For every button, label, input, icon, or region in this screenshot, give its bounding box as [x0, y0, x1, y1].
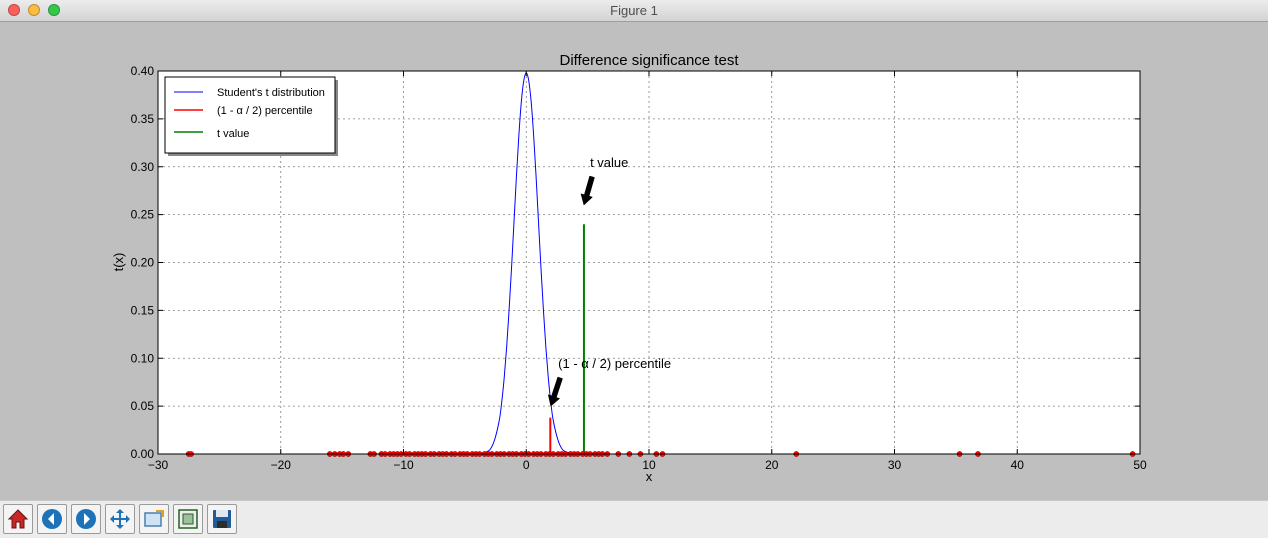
navigation-toolbar: [0, 500, 1268, 538]
pan-button[interactable]: [105, 504, 135, 534]
y-tick-label: 0.10: [131, 351, 155, 365]
home-icon: [7, 509, 29, 529]
x-tick-label: 0: [523, 458, 530, 472]
t-value-annotation: t value: [590, 155, 628, 170]
x-tick-label: −20: [271, 458, 292, 472]
x-tick-label: 20: [765, 458, 779, 472]
y-tick-label: 0.30: [131, 160, 155, 174]
subplots-button[interactable]: [173, 504, 203, 534]
window-title: Figure 1: [610, 3, 658, 18]
y-axis-label: t(x): [111, 253, 126, 272]
forward-button[interactable]: [71, 504, 101, 534]
y-tick-label: 0.35: [131, 112, 155, 126]
chart: −30 −20 −10 0 10 20 30 40 500.000.050.100.150.20…: [111, 52, 1147, 484]
y-tick-label: 0.00: [131, 447, 155, 461]
y-tick-label: 0.15: [131, 303, 155, 317]
back-arrow-icon: [42, 509, 62, 529]
legend-label-t-value: t value: [217, 128, 249, 140]
legend-label-t-distribution: Student's t distribution: [217, 87, 325, 99]
zoom-rect-button[interactable]: [139, 504, 169, 534]
y-tick-label: 0.40: [131, 64, 155, 78]
window-titlebar: Figure 1: [0, 0, 1268, 22]
zoom-rect-icon: [144, 510, 164, 527]
subplots-icon: [178, 509, 198, 529]
forward-arrow-icon: [76, 509, 96, 529]
x-tick-label: 40: [1011, 458, 1025, 472]
percentile-annotation: (1 - α / 2) percentile: [558, 356, 671, 371]
x-tick-label: −10: [393, 458, 414, 472]
home-button[interactable]: [3, 504, 33, 534]
figure-canvas[interactable]: −30 −20 −10 0 10 20 30 40 50 0.00 0.05 0.10 0.15 0.20…: [0, 22, 1268, 500]
save-button[interactable]: [207, 504, 237, 534]
x-tick-label: 50: [1133, 458, 1147, 472]
y-tick-label: 0.05: [131, 399, 155, 413]
x-axis-label: x: [646, 469, 653, 484]
pan-arrows-icon: [110, 509, 130, 529]
y-tick-label: 0.20: [131, 256, 155, 270]
legend: Student's t distribution (1 - α / 2) per…: [164, 76, 338, 156]
save-disk-icon: [213, 510, 231, 528]
x-tick-label: 30: [888, 458, 902, 472]
chart-title: Difference significance test: [560, 52, 740, 69]
back-button[interactable]: [37, 504, 67, 534]
y-tick-label: 0.25: [131, 208, 155, 222]
legend-label-percentile: (1 - α / 2) percentile: [217, 105, 313, 117]
